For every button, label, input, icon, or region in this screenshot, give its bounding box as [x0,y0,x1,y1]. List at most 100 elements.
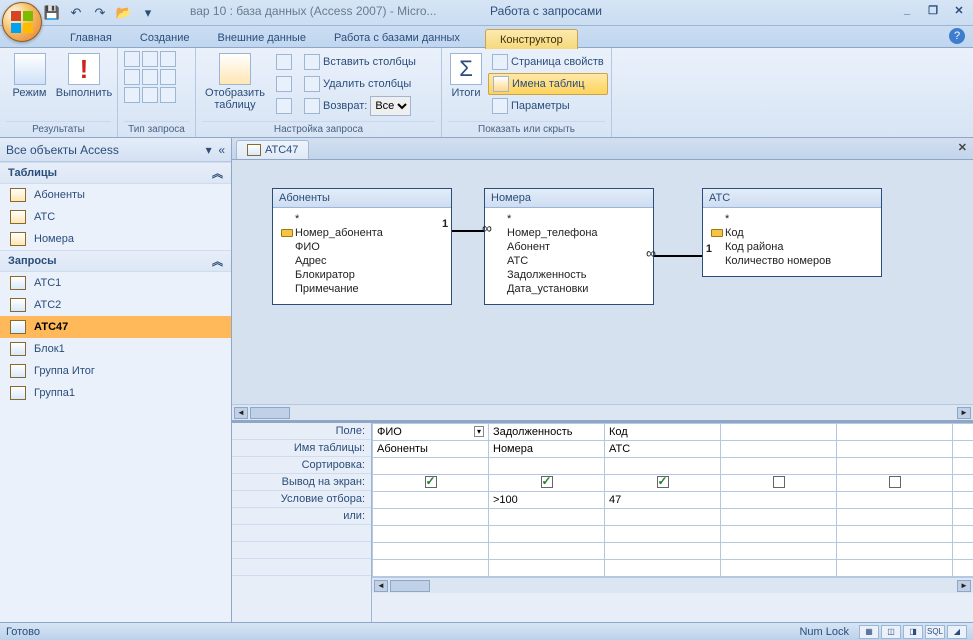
qbe-table-c2[interactable]: Номера [489,441,605,458]
h-scrollbar[interactable]: ◄ ► [232,404,973,420]
open-icon[interactable]: 📂 [114,3,134,23]
field-star[interactable]: * [493,212,645,226]
field-abonent[interactable]: Абонент [493,240,645,254]
field-star[interactable]: * [711,212,873,226]
field-ats[interactable]: АТС [493,254,645,268]
office-button[interactable] [2,2,42,42]
nav-table-abonenty[interactable]: Абоненты [0,184,231,206]
scroll-thumb[interactable] [390,580,430,592]
field-nomer-abonenta[interactable]: Номер_абонента [281,226,443,240]
qbe-show-c5[interactable] [889,476,901,488]
qbe-criteria-c3[interactable]: 47 [605,492,721,509]
save-icon[interactable]: 💾 [42,3,62,23]
maximize-button[interactable]: ❐ [925,4,941,20]
undo-icon[interactable]: ↶ [66,3,86,23]
make-table-icon[interactable] [142,51,158,67]
qbe-field-c2[interactable]: Задолженность [489,424,605,441]
field-blokirator[interactable]: Блокиратор [281,268,443,282]
union-icon[interactable] [124,87,140,103]
passthrough-icon[interactable] [142,87,158,103]
select-query-icon[interactable] [124,51,140,67]
dropdown-icon[interactable]: ▾ [474,426,484,437]
doc-close-icon[interactable]: ✕ [958,141,967,154]
delete-columns-button[interactable]: Удалить столбцы [300,73,420,95]
field-nomer-telefona[interactable]: Номер_телефона [493,226,645,240]
nav-query-gruppa1[interactable]: Группа1 [0,382,231,404]
nav-header[interactable]: Все объекты Access ▾ « [0,138,231,162]
field-zadolzhennost[interactable]: Задолженность [493,268,645,282]
nav-group-queries[interactable]: Запросы︽ [0,250,231,272]
qat-more-icon[interactable]: ▾ [138,3,158,23]
totals-button[interactable]: ΣИтоги [448,51,484,119]
nav-dropdown-icon[interactable]: ▾ [206,143,212,157]
view-datasheet-icon[interactable]: ▦ [859,625,879,639]
parameters-button[interactable]: Параметры [488,95,608,117]
table-names-button[interactable]: Имена таблиц [488,73,608,95]
view-sql-icon[interactable]: SQL [925,625,945,639]
field-data-ustanovki[interactable]: Дата_установки [493,282,645,296]
data-def-icon[interactable] [160,87,176,103]
insert-columns-button[interactable]: Вставить столбцы [300,51,420,73]
insert-rows-button[interactable] [272,51,296,73]
qbe-h-scrollbar[interactable]: ◄ ► [372,577,973,593]
qbe-show-c1[interactable] [425,476,437,488]
scroll-thumb[interactable] [250,407,290,419]
property-sheet-button[interactable]: Страница свойств [488,51,608,73]
view-button[interactable]: Режим [6,51,53,119]
nav-group-tables[interactable]: Таблицы︽ [0,162,231,184]
return-select[interactable]: Все [370,96,411,116]
nav-table-nomera[interactable]: Номера [0,228,231,250]
qbe-criteria-c2[interactable]: >100 [489,492,605,509]
qbe-table-c1[interactable]: Абоненты [373,441,489,458]
qbe-show-c4[interactable] [773,476,785,488]
nav-query-ats1[interactable]: АТС1 [0,272,231,294]
table-box-ats[interactable]: АТС * Код Код района Количество номеров [702,188,882,277]
tab-create[interactable]: Создание [126,28,204,47]
tab-design[interactable]: Конструктор [485,29,578,49]
nav-table-ats[interactable]: АТС [0,206,231,228]
table-box-abonenty[interactable]: Абоненты * Номер_абонента ФИО Адрес Блок… [272,188,452,305]
field-primechanie[interactable]: Примечание [281,282,443,296]
nav-query-blok1[interactable]: Блок1 [0,338,231,360]
close-button[interactable]: ✕ [951,4,967,20]
field-fio[interactable]: ФИО [281,240,443,254]
run-button[interactable]: !Выполнить [57,51,111,119]
field-star[interactable]: * [281,212,443,226]
delete-query-icon[interactable] [160,69,176,85]
qbe-criteria-c1[interactable] [373,492,489,509]
nav-query-ats2[interactable]: АТС2 [0,294,231,316]
field-kod-rayona[interactable]: Код района [711,240,873,254]
field-kod[interactable]: Код [711,226,873,240]
append-icon[interactable] [160,51,176,67]
scroll-left-icon[interactable]: ◄ [374,580,388,592]
query-design-surface[interactable]: Абоненты * Номер_абонента ФИО Адрес Блок… [232,160,973,422]
redo-icon[interactable]: ↷ [90,3,110,23]
view-pivotchart-icon[interactable]: ◨ [903,625,923,639]
field-kolichestvo-nomerov[interactable]: Количество номеров [711,254,873,268]
qbe-table-c3[interactable]: АТС [605,441,721,458]
qbe-show-c2[interactable] [541,476,553,488]
tab-database-tools[interactable]: Работа с базами данных [320,28,474,47]
scroll-right-icon[interactable]: ► [957,580,971,592]
nav-collapse-icon[interactable]: « [218,143,225,157]
view-design-icon[interactable]: ◢ [947,625,967,639]
qbe-field-c3[interactable]: Код [605,424,721,441]
delete-rows-button[interactable] [272,73,296,95]
doc-tab-ats47[interactable]: АТС47 [236,140,309,159]
nav-query-gruppa-itog[interactable]: Группа Итог [0,360,231,382]
update-icon[interactable] [124,69,140,85]
minimize-button[interactable]: _ [899,4,915,20]
scroll-left-icon[interactable]: ◄ [234,407,248,419]
scroll-right-icon[interactable]: ► [957,407,971,419]
qbe-show-c3[interactable] [657,476,669,488]
tab-home[interactable]: Главная [56,28,126,47]
view-pivottable-icon[interactable]: ◫ [881,625,901,639]
field-adres[interactable]: Адрес [281,254,443,268]
show-table-button[interactable]: Отобразить таблицу [202,51,268,119]
nav-query-ats47[interactable]: АТС47 [0,316,231,338]
tab-external-data[interactable]: Внешние данные [204,28,320,47]
qbe-field-c1[interactable]: ФИО▾ [373,424,489,441]
table-box-nomera[interactable]: Номера * Номер_телефона Абонент АТС Задо… [484,188,654,305]
help-icon[interactable]: ? [949,28,965,44]
builder-button[interactable] [272,95,296,117]
